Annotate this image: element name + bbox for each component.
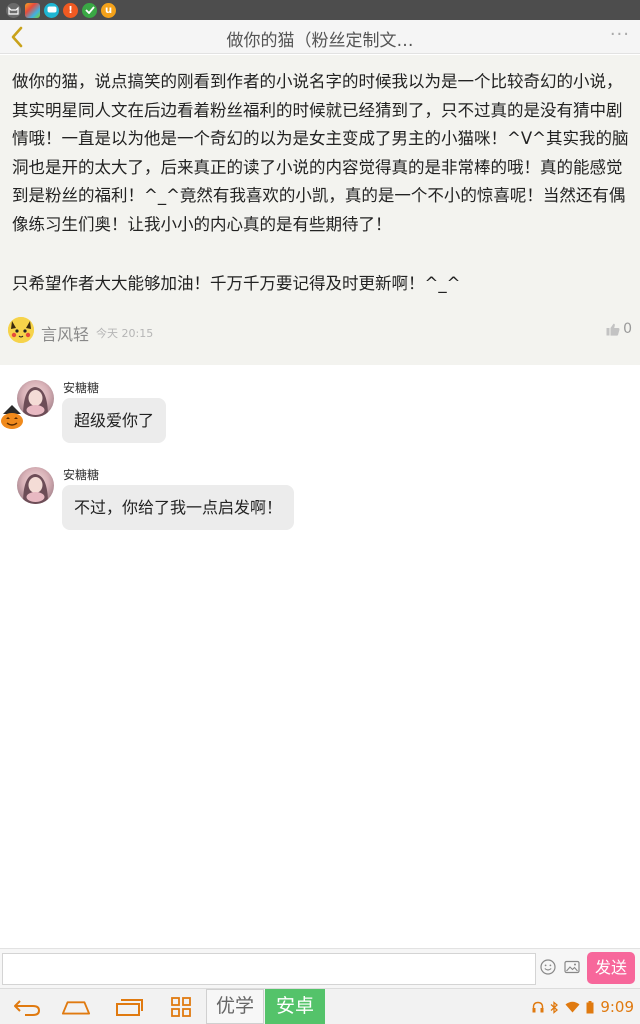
page-title: 做你的猫（粉丝定制文… xyxy=(226,31,414,51)
cat-app-icon xyxy=(6,2,21,18)
send-button[interactable]: 发送 xyxy=(587,952,635,984)
nav-back-button[interactable] xyxy=(12,994,42,1020)
back-arrow-icon xyxy=(11,26,23,48)
battery-icon xyxy=(586,1000,594,1013)
commenter-name[interactable]: 安糖糖 xyxy=(63,379,99,396)
pumpkin-badge-icon xyxy=(1,405,23,429)
check-app-icon xyxy=(82,2,97,18)
u-app-icon: u xyxy=(101,2,116,18)
comment-bubble: 超级爱你了 xyxy=(62,398,167,443)
chat-app-icon xyxy=(44,2,59,18)
system-nav-bar: 优学 安卓 9:09 xyxy=(0,988,640,1024)
bluetooth-icon xyxy=(550,1000,559,1014)
image-icon xyxy=(564,960,580,974)
home-icon xyxy=(61,1001,91,1015)
reply-input[interactable] xyxy=(2,953,536,985)
like-count: 0 xyxy=(623,321,632,337)
author-avatar[interactable] xyxy=(8,317,34,343)
reply-bar: 发送 xyxy=(0,948,640,988)
emoji-icon xyxy=(540,959,556,975)
system-tray: 9:09 xyxy=(532,998,634,1016)
recent-apps-icon xyxy=(116,999,143,1016)
commenter-avatar[interactable] xyxy=(17,467,54,504)
back-button[interactable] xyxy=(4,23,30,51)
post-card: 做你的猫，说点搞笑的刚看到作者的小说名字的时候我以为是一个比较奇幻的小说，其实明… xyxy=(0,55,640,365)
back-icon xyxy=(14,1000,41,1016)
author-row: 言风轻 今天 20:15 0 xyxy=(8,317,632,347)
thumb-up-icon xyxy=(606,323,620,336)
headphones-icon xyxy=(532,1001,544,1013)
anzhuo-tab[interactable]: 安卓 xyxy=(265,989,325,1024)
post-paragraph: 只希望作者大大能够加油！千万千万要记得及时更新啊！^_^ xyxy=(12,274,461,293)
wifi-icon xyxy=(565,1001,580,1013)
emoji-button[interactable] xyxy=(540,959,556,975)
youxue-tab[interactable]: 优学 xyxy=(206,989,264,1024)
top-bar: 做你的猫（粉丝定制文… ··· xyxy=(0,20,640,54)
nav-recent-button[interactable] xyxy=(114,994,144,1020)
more-button[interactable]: ··· xyxy=(610,24,630,45)
more-icon: ··· xyxy=(609,24,630,45)
photos-app-icon xyxy=(25,2,40,18)
nav-grid-button[interactable] xyxy=(166,994,196,1020)
author-name[interactable]: 言风轻 xyxy=(41,321,89,345)
post-paragraph: 做你的猫，说点搞笑的刚看到作者的小说名字的时候我以为是一个比较奇幻的小说，其实明… xyxy=(12,72,629,234)
comment-bubble: 不过，你给了我一点启发啊！ xyxy=(62,485,295,530)
clock: 9:09 xyxy=(600,998,634,1016)
alert-app-icon: ! xyxy=(63,2,78,18)
status-bar: ! u xyxy=(0,0,640,20)
like-button[interactable]: 0 xyxy=(606,321,632,337)
app-screen: ! u 做你的猫（粉丝定制文… ··· 做你的猫，说点搞笑的刚看到作者的小说名字… xyxy=(0,0,640,1024)
commenter-name[interactable]: 安糖糖 xyxy=(63,466,99,483)
image-button[interactable] xyxy=(564,959,580,975)
nav-home-button[interactable] xyxy=(61,994,91,1020)
grid-icon xyxy=(171,997,191,1017)
post-time: 今天 20:15 xyxy=(96,327,154,340)
